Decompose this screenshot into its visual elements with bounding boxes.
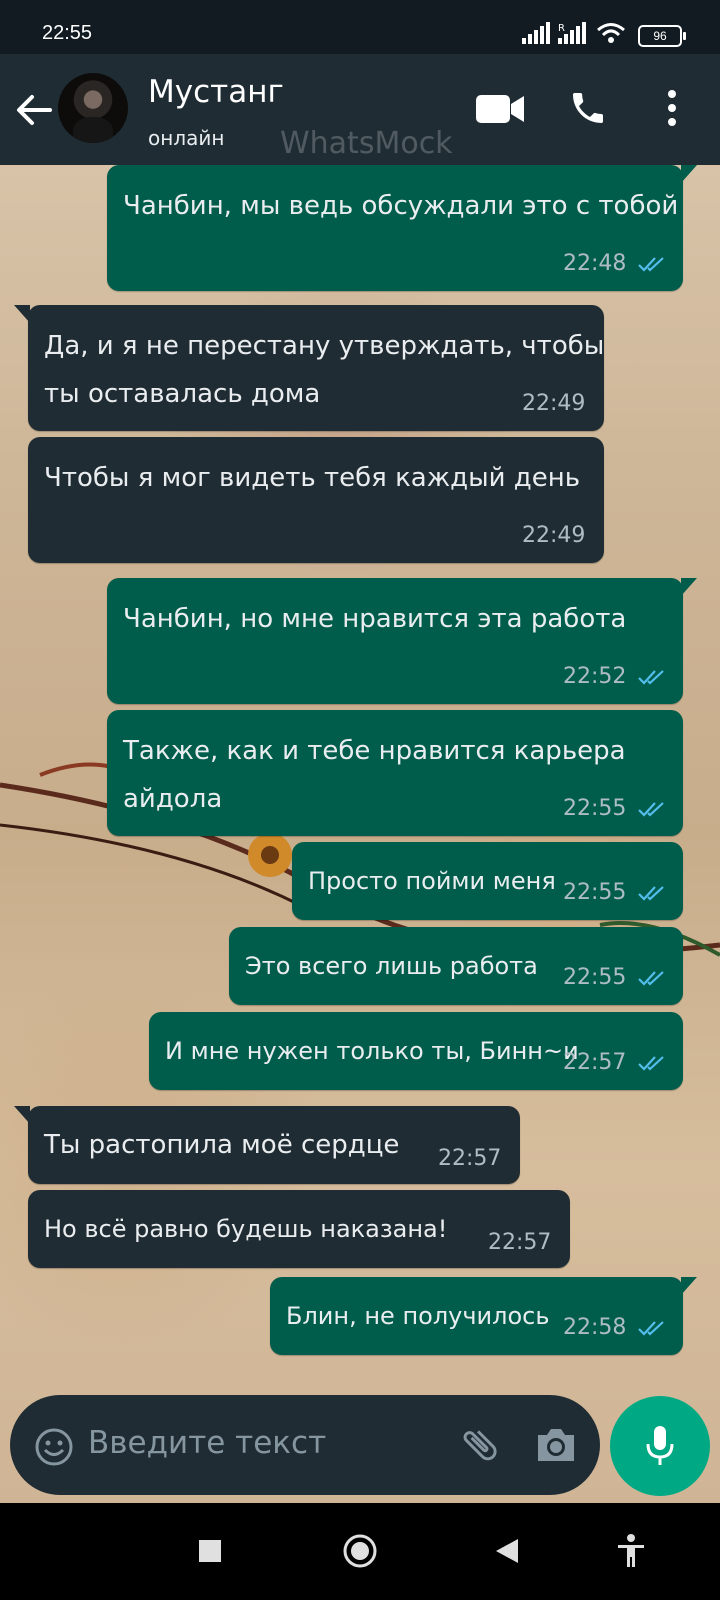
back-arrow-icon[interactable]: [14, 90, 54, 130]
message-text: Чанбин, но мне нравится эта работа: [123, 604, 627, 634]
message-bubble-incoming[interactable]: Ты растопила моё сердце 22:57: [14, 1106, 520, 1184]
message-input-bar[interactable]: Введите текст: [10, 1395, 600, 1495]
message-bubble-incoming[interactable]: Чтобы я мог видеть тебя каждый день 22:4…: [28, 437, 604, 563]
message-text: Это всего лишь работа: [245, 952, 538, 980]
mic-icon: [646, 1426, 674, 1465]
emoji-icon[interactable]: [34, 1427, 74, 1467]
status-bar: 22:55 R 96: [0, 0, 720, 54]
attach-icon[interactable]: [458, 1423, 502, 1467]
phone-icon[interactable]: [568, 88, 608, 128]
message-time: 22:49: [522, 523, 586, 548]
read-ticks-icon: [638, 257, 664, 272]
message-text-line: Также, как и тебе нравится карьера: [123, 736, 626, 766]
read-ticks-icon: [638, 971, 664, 986]
message-text-line: ты оставалась дома: [44, 379, 321, 409]
battery-indicator: 96: [638, 25, 686, 47]
message-text-line: айдола: [123, 784, 223, 814]
message-time: 22:57: [488, 1230, 552, 1255]
nav-back-icon[interactable]: [494, 1537, 520, 1565]
message-input[interactable]: Введите текст: [88, 1425, 326, 1461]
more-options-icon[interactable]: [666, 88, 678, 128]
read-ticks-icon: [638, 1321, 664, 1336]
message-text: Чанбин, мы ведь обсуждали это с тобой: [123, 191, 679, 221]
message-bubble-outgoing[interactable]: Также, как и тебе нравится карьера айдол…: [107, 710, 683, 836]
read-ticks-icon: [638, 802, 664, 817]
message-bubble-outgoing[interactable]: Просто пойми меня 22:55: [292, 842, 683, 920]
message-time: 22:55: [563, 965, 627, 990]
message-text: Блин, не получилось: [286, 1302, 550, 1330]
message-time: 22:58: [563, 1315, 627, 1340]
accessibility-icon[interactable]: [616, 1533, 646, 1569]
system-navigation-bar: [0, 1503, 720, 1600]
message-text: Чтобы я мог видеть тебя каждый день: [44, 463, 581, 493]
read-ticks-icon: [638, 670, 664, 685]
message-time: 22:55: [563, 880, 627, 905]
chat-area[interactable]: Чанбин, мы ведь обсуждали это с тобой 22…: [0, 165, 720, 1503]
wifi-icon: [597, 23, 625, 43]
mic-button[interactable]: [610, 1396, 710, 1496]
signal-roaming-icon: R: [558, 22, 586, 44]
message-bubble-incoming[interactable]: Да, и я не перестану утверждать, чтобы т…: [14, 305, 605, 431]
svg-text:R: R: [558, 23, 565, 34]
message-time: 22:52: [563, 664, 627, 689]
message-bubble-outgoing[interactable]: Это всего лишь работа 22:55: [229, 927, 683, 1005]
avatar[interactable]: [58, 73, 128, 143]
message-time: 22:49: [522, 391, 586, 416]
message-text: И мне нужен только ты, Бинн~и: [165, 1037, 579, 1065]
signal-icon: [522, 22, 550, 44]
contact-name[interactable]: Мустанг: [148, 74, 284, 110]
watermark: WhatsMock: [280, 126, 453, 161]
message-bubble-incoming[interactable]: Но всё равно будешь наказана! 22:57: [28, 1190, 570, 1268]
message-bubble-outgoing[interactable]: И мне нужен только ты, Бинн~и 22:57: [149, 1012, 683, 1090]
video-call-icon[interactable]: [476, 92, 526, 126]
message-time: 22:57: [438, 1146, 502, 1171]
message-text-line: Да, и я не перестану утверждать, чтобы: [44, 331, 605, 361]
read-ticks-icon: [638, 1056, 664, 1071]
contact-status: онлайн: [148, 126, 225, 150]
message-time: 22:57: [563, 1050, 627, 1075]
message-text: Ты растопила моё сердце: [44, 1130, 400, 1160]
message-time: 22:48: [563, 251, 627, 276]
message-bubble-outgoing[interactable]: Чанбин, мы ведь обсуждали это с тобой 22…: [107, 165, 697, 291]
message-text: Но всё равно будешь наказана!: [44, 1215, 448, 1243]
status-time: 22:55: [42, 22, 93, 44]
message-bubble-outgoing[interactable]: Чанбин, но мне нравится эта работа 22:52: [107, 578, 697, 704]
message-bubble-outgoing[interactable]: Блин, не получилось 22:58: [270, 1277, 697, 1355]
read-ticks-icon: [638, 886, 664, 901]
nav-home-icon[interactable]: [342, 1533, 378, 1569]
message-time: 22:55: [563, 796, 627, 821]
camera-icon[interactable]: [534, 1425, 578, 1465]
chat-header: Мустанг онлайн WhatsMock: [0, 54, 720, 165]
nav-square-icon[interactable]: [198, 1539, 222, 1563]
message-text: Просто пойми меня: [308, 867, 556, 895]
